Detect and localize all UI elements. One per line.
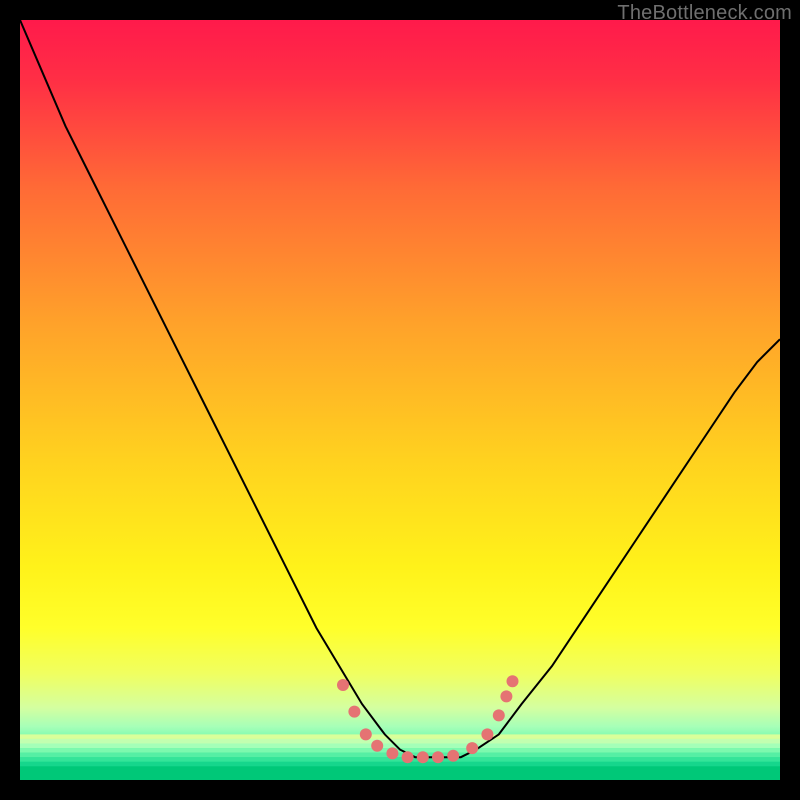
- highlight-dot: [447, 750, 459, 762]
- highlight-dot: [500, 690, 512, 702]
- highlight-dot: [432, 751, 444, 763]
- highlight-dot: [493, 709, 505, 721]
- highlight-dot: [386, 747, 398, 759]
- highlight-dot: [481, 728, 493, 740]
- highlight-dot: [360, 728, 372, 740]
- chart-svg: [20, 20, 780, 780]
- highlight-dot: [371, 740, 383, 752]
- plot-area: [20, 20, 780, 780]
- green-band-stripes: [20, 734, 780, 780]
- highlight-dot: [337, 679, 349, 691]
- highlight-dot: [402, 751, 414, 763]
- highlight-dot: [466, 742, 478, 754]
- highlight-dot: [417, 751, 429, 763]
- gradient-background: [20, 20, 780, 780]
- highlight-dot: [507, 675, 519, 687]
- watermark-label: TheBottleneck.com: [617, 2, 792, 25]
- outer-frame: TheBottleneck.com: [0, 0, 800, 800]
- highlight-dot: [348, 706, 360, 718]
